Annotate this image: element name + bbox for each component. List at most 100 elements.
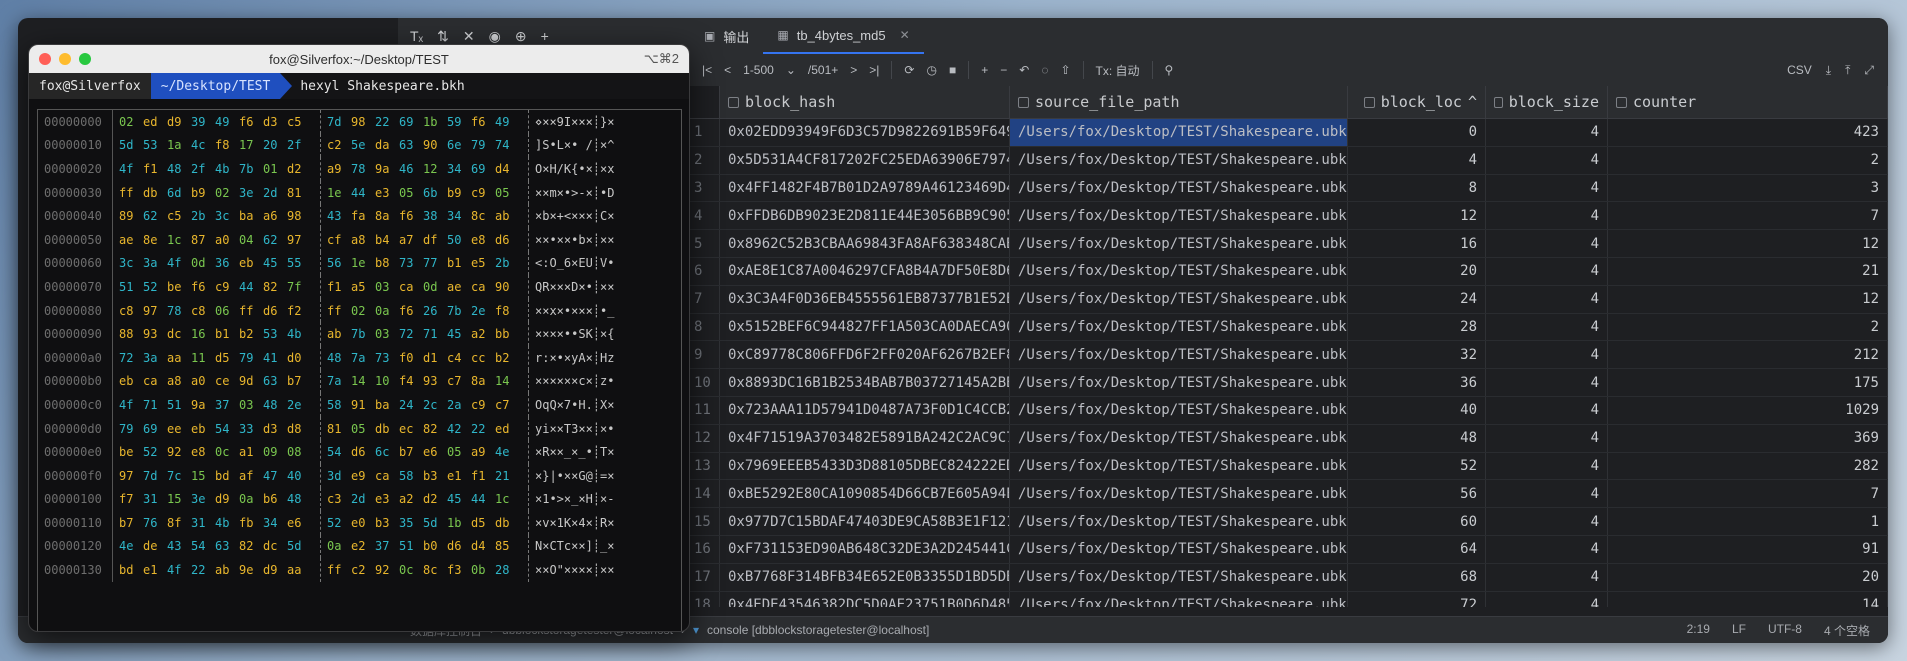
column-header-source-file-path[interactable]: source_file_path: [1010, 86, 1348, 118]
cell-counter[interactable]: 14: [1608, 591, 1888, 607]
cell-counter[interactable]: 7: [1608, 480, 1888, 508]
cell-block-hash[interactable]: 0x3C3A4F0D36EB4555561EB87377B1E52B: [720, 285, 1010, 313]
cell-block-size[interactable]: 4: [1486, 452, 1608, 480]
cell-block-loc[interactable]: 20: [1348, 257, 1486, 285]
cell-source-file-path[interactable]: /Users/fox/Desktop/TEST/Shakespeare.ubk: [1010, 396, 1348, 424]
cell-block-hash[interactable]: 0x8893DC16B1B2534BAB7B03727145A2BB: [720, 369, 1010, 396]
pin-icon[interactable]: ⚲: [1165, 63, 1174, 77]
cell-counter[interactable]: 12: [1608, 230, 1888, 257]
next-page-icon[interactable]: >: [850, 63, 857, 77]
cell-block-size[interactable]: 4: [1486, 424, 1608, 452]
export-format-dropdown[interactable]: CSV: [1787, 63, 1812, 77]
table-row[interactable]: 11 0x723AAA11D57941D0487A73F0D1C4CCB2/Use…: [690, 396, 1888, 425]
cell-block-hash[interactable]: 0xAE8E1C87A0046297CFA8B4A7DF50E8D6: [720, 257, 1010, 285]
cell-block-hash[interactable]: 0x7969EEEB5433D3D88105DBEC824222ED: [720, 452, 1010, 480]
add-row-icon[interactable]: +: [981, 63, 988, 77]
cell-block-size[interactable]: 4: [1486, 341, 1608, 369]
close-icon[interactable]: ✕: [463, 28, 475, 45]
breadcrumb-session[interactable]: console [dbblockstoragetester@localhost]: [707, 623, 929, 637]
cell-block-loc[interactable]: 68: [1348, 563, 1486, 591]
cell-block-size[interactable]: 4: [1486, 396, 1608, 424]
upload-icon[interactable]: ⤒: [1845, 63, 1850, 78]
table-row[interactable]: 6 0xAE8E1C87A0046297CFA8B4A7DF50E8D6/User…: [690, 257, 1888, 286]
line-separator[interactable]: LF: [1732, 622, 1746, 639]
cell-block-loc[interactable]: 32: [1348, 341, 1486, 369]
cell-block-hash[interactable]: 0x8962C52B3CBAA69843FA8AF638348CAB: [720, 230, 1010, 257]
expand-icon[interactable]: ⤢: [1864, 63, 1874, 78]
cell-counter[interactable]: 20: [1608, 563, 1888, 591]
clock-icon[interactable]: ◷: [926, 63, 936, 77]
table-row[interactable]: 3 0x4FF1482F4B7B01D2A9789A46123469D4/User…: [690, 174, 1888, 203]
table-row[interactable]: 9 0xC89778C806FFD6F2FF020AF6267B2EF8/User…: [690, 341, 1888, 370]
cell-block-hash[interactable]: 0x977D7C15BDAF47403DE9CA58B3E1F121: [720, 508, 1010, 535]
cell-block-loc[interactable]: 64: [1348, 535, 1486, 563]
cell-counter[interactable]: 282: [1608, 452, 1888, 480]
cell-block-size[interactable]: 4: [1486, 563, 1608, 591]
plus-icon[interactable]: +: [541, 28, 549, 44]
cell-block-size[interactable]: 4: [1486, 257, 1608, 285]
cell-block-size[interactable]: 4: [1486, 591, 1608, 607]
cell-block-size[interactable]: 4: [1486, 369, 1608, 396]
cell-block-size[interactable]: 4: [1486, 535, 1608, 563]
cell-source-file-path[interactable]: /Users/fox/Desktop/TEST/Shakespeare.ubk: [1010, 230, 1348, 257]
cell-block-hash[interactable]: 0xB7768F314BFB34E652E0B3355D1BD5DB: [720, 563, 1010, 591]
column-header-block-loc[interactable]: block_loc ^: [1348, 86, 1486, 118]
cell-block-loc[interactable]: 72: [1348, 591, 1486, 607]
cell-block-loc[interactable]: 60: [1348, 508, 1486, 535]
cell-source-file-path[interactable]: /Users/fox/Desktop/TEST/Shakespeare.ubk: [1010, 563, 1348, 591]
cell-counter[interactable]: 21: [1608, 257, 1888, 285]
cell-counter[interactable]: 2: [1608, 146, 1888, 174]
close-icon[interactable]: ✕: [900, 28, 910, 42]
sort-icon[interactable]: ⇅: [437, 28, 449, 45]
chevron-down-icon[interactable]: ⌄: [786, 63, 796, 77]
cell-source-file-path[interactable]: /Users/fox/Desktop/TEST/Shakespeare.ubk: [1010, 119, 1348, 146]
column-header-block-hash[interactable]: block_hash: [720, 86, 1010, 118]
cell-block-size[interactable]: 4: [1486, 508, 1608, 535]
table-row[interactable]: 17 0xB7768F314BFB34E652E0B3355D1BD5DB/Use…: [690, 563, 1888, 592]
cell-source-file-path[interactable]: /Users/fox/Desktop/TEST/Shakespeare.ubk: [1010, 341, 1348, 369]
cell-block-loc[interactable]: 0: [1348, 119, 1486, 146]
first-page-icon[interactable]: |<: [702, 63, 712, 77]
cell-block-size[interactable]: 4: [1486, 313, 1608, 341]
table-row[interactable]: 5 0x8962C52B3CBAA69843FA8AF638348CAB/User…: [690, 230, 1888, 258]
cell-block-hash[interactable]: 0x4F71519A3703482E5891BA242C2AC9C7: [720, 424, 1010, 452]
cell-block-loc[interactable]: 16: [1348, 230, 1486, 257]
table-row[interactable]: 4 0xFFDB6DB9023E2D811E44E3056BB9C905/User…: [690, 202, 1888, 231]
cell-block-loc[interactable]: 52: [1348, 452, 1486, 480]
cell-block-hash[interactable]: 0xBE5292E80CA1090854D66CB7E605A94E: [720, 480, 1010, 508]
cell-block-hash[interactable]: 0x723AAA11D57941D0487A73F0D1C4CCB2: [720, 396, 1010, 424]
cell-block-loc[interactable]: 48: [1348, 424, 1486, 452]
page-range[interactable]: 1-500: [743, 63, 774, 77]
close-window-button[interactable]: [39, 53, 51, 65]
revert-icon[interactable]: ↶: [1019, 63, 1029, 77]
cell-block-loc[interactable]: 36: [1348, 369, 1486, 396]
cell-block-size[interactable]: 4: [1486, 480, 1608, 508]
stop-icon[interactable]: ■: [949, 63, 956, 77]
remove-row-icon[interactable]: −: [1000, 63, 1007, 77]
cell-counter[interactable]: 3: [1608, 174, 1888, 202]
cell-source-file-path[interactable]: /Users/fox/Desktop/TEST/Shakespeare.ubk: [1010, 424, 1348, 452]
submit-icon[interactable]: ⇧: [1060, 63, 1070, 77]
cell-block-hash[interactable]: 0xC89778C806FFD6F2FF020AF6267B2EF8: [720, 341, 1010, 369]
table-row[interactable]: 12 0x4F71519A3703482E5891BA242C2AC9C7/Use…: [690, 424, 1888, 453]
cell-block-size[interactable]: 4: [1486, 119, 1608, 146]
table-row[interactable]: 10 0x8893DC16B1B2534BAB7B03727145A2BB/Use…: [690, 369, 1888, 397]
cell-block-hash[interactable]: 0x4FF1482F4B7B01D2A9789A46123469D4: [720, 174, 1010, 202]
cell-source-file-path[interactable]: /Users/fox/Desktop/TEST/Shakespeare.ubk: [1010, 591, 1348, 607]
cell-source-file-path[interactable]: /Users/fox/Desktop/TEST/Shakespeare.ubk: [1010, 452, 1348, 480]
file-encoding[interactable]: UTF-8: [1768, 622, 1802, 639]
cell-source-file-path[interactable]: /Users/fox/Desktop/TEST/Shakespeare.ubk: [1010, 202, 1348, 230]
cell-counter[interactable]: 91: [1608, 535, 1888, 563]
cell-source-file-path[interactable]: /Users/fox/Desktop/TEST/Shakespeare.ubk: [1010, 257, 1348, 285]
table-row[interactable]: 8 0x5152BEF6C944827FF1A503CA0DAECA90/User…: [690, 313, 1888, 342]
cell-block-loc[interactable]: 24: [1348, 285, 1486, 313]
tx-icon[interactable]: Tₓ: [410, 28, 423, 44]
eye-icon[interactable]: ◉: [489, 28, 501, 45]
column-header-counter[interactable]: counter: [1608, 86, 1888, 118]
cell-source-file-path[interactable]: /Users/fox/Desktop/TEST/Shakespeare.ubk: [1010, 508, 1348, 535]
cell-counter[interactable]: 1: [1608, 508, 1888, 535]
cell-counter[interactable]: 7: [1608, 202, 1888, 230]
table-row[interactable]: 7 0x3C3A4F0D36EB4555561EB87377B1E52B/User…: [690, 285, 1888, 314]
cell-counter[interactable]: 12: [1608, 285, 1888, 313]
cell-block-size[interactable]: 4: [1486, 230, 1608, 257]
